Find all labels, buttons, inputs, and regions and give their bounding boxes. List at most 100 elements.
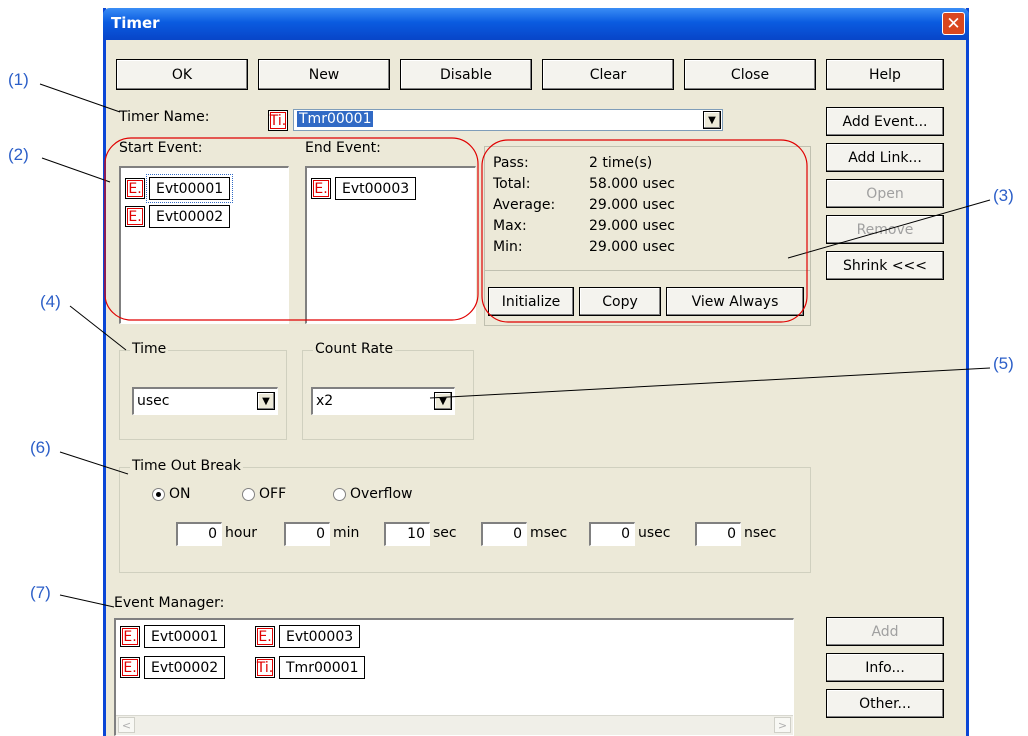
time-unit-select[interactable]: usec ▼ <box>132 387 278 415</box>
event-icon: E. <box>125 178 145 199</box>
count-rate-group: Count Rate x2 ▼ <box>302 341 474 440</box>
radio-overflow[interactable]: Overflow <box>333 486 413 502</box>
event-icon: E. <box>120 626 140 647</box>
event-name: Evt00003 <box>335 177 417 200</box>
callout-4: (4) <box>40 292 61 311</box>
radio-on[interactable]: ON <box>152 486 191 502</box>
event-name: Tmr00001 <box>279 656 366 679</box>
copy-button[interactable]: Copy <box>579 287 661 316</box>
msec-field[interactable]: 0 <box>481 522 527 546</box>
other-button[interactable]: Other... <box>826 689 944 718</box>
pass-value: 2 time(s) <box>589 155 653 171</box>
title-bar: Timer ✕ <box>103 8 969 40</box>
pass-label: Pass: <box>493 155 529 171</box>
max-value: 29.000 usec <box>589 218 675 234</box>
count-rate-title: Count Rate <box>313 341 396 357</box>
callout-3: (3) <box>993 186 1014 205</box>
start-event-list[interactable]: E. Evt00001 E. Evt00002 <box>119 166 289 324</box>
time-unit-value: usec <box>137 393 170 409</box>
list-item[interactable]: E. Evt00001 <box>125 174 234 203</box>
event-name: Evt00003 <box>279 625 361 648</box>
initialize-button[interactable]: Initialize <box>488 287 574 316</box>
time-group: Time usec ▼ <box>119 341 287 440</box>
callout-6: (6) <box>30 438 51 457</box>
timer-name-label: Timer Name: <box>119 109 210 125</box>
total-value: 58.000 usec <box>589 176 675 192</box>
scroll-left-icon[interactable]: < <box>118 717 135 733</box>
info-button[interactable]: Info... <box>826 653 944 682</box>
horizontal-scrollbar[interactable]: < > <box>116 715 793 735</box>
nsec-field[interactable]: 0 <box>695 522 741 546</box>
timer-dialog: Timer ✕ OK New Disable Clear Close Help … <box>103 8 969 736</box>
add-button[interactable]: Add <box>826 617 944 646</box>
new-button[interactable]: New <box>258 59 390 90</box>
list-item[interactable]: E. Evt00003 <box>255 625 361 648</box>
event-name: Evt00002 <box>144 656 226 679</box>
sec-unit: sec <box>433 525 457 541</box>
event-manager-list[interactable]: E. Evt00001 E. Evt00003 E. Evt00002 Ti. … <box>114 618 794 736</box>
sec-field[interactable]: 10 <box>384 522 430 546</box>
radio-on-icon <box>152 487 165 501</box>
event-icon: E. <box>120 657 140 678</box>
disable-button[interactable]: Disable <box>400 59 532 90</box>
add-event-button[interactable]: Add Event... <box>826 107 944 136</box>
event-name: Evt00001 <box>144 625 226 648</box>
min-label: Min: <box>493 239 523 255</box>
ok-button[interactable]: OK <box>116 59 248 90</box>
average-value: 29.000 usec <box>589 197 675 213</box>
min-field[interactable]: 0 <box>284 522 330 546</box>
callout-2: (2) <box>8 145 29 164</box>
end-event-label: End Event: <box>305 140 381 156</box>
close-window-button[interactable]: ✕ <box>942 12 965 35</box>
timer-badge-icon: Ti. <box>268 110 288 131</box>
msec-unit: msec <box>530 525 568 541</box>
hour-unit: hour <box>225 525 258 541</box>
min-unit: min <box>333 525 360 541</box>
help-button[interactable]: Help <box>826 59 944 90</box>
stats-divider <box>485 270 810 271</box>
average-label: Average: <box>493 197 556 213</box>
clear-button[interactable]: Clear <box>542 59 674 90</box>
event-icon: E. <box>125 206 145 227</box>
close-icon: ✕ <box>946 13 961 34</box>
timer-name-dropdown-icon[interactable]: ▼ <box>703 111 721 129</box>
callout-1: (1) <box>8 70 29 89</box>
timeout-break-title: Time Out Break <box>130 458 243 474</box>
list-item[interactable]: E. Evt00002 <box>120 656 226 679</box>
stats-panel: Pass: 2 time(s) Total: 58.000 usec Avera… <box>484 146 811 326</box>
list-item[interactable]: Ti. Tmr00001 <box>255 656 366 679</box>
timer-name-value: Tmr00001 <box>297 111 374 127</box>
list-item[interactable]: E. Evt00002 <box>125 205 231 228</box>
radio-overflow-label: Overflow <box>350 486 413 502</box>
open-button[interactable]: Open <box>826 179 944 208</box>
add-link-button[interactable]: Add Link... <box>826 143 944 172</box>
usec-field[interactable]: 0 <box>589 522 635 546</box>
time-group-title: Time <box>130 341 169 357</box>
timer-name-combobox[interactable]: Tmr00001 ▼ <box>293 109 723 131</box>
timer-icon: Ti. <box>255 657 275 678</box>
scroll-right-icon[interactable]: > <box>774 717 791 733</box>
total-label: Total: <box>493 176 531 192</box>
event-name: Evt00002 <box>149 205 231 228</box>
radio-off-icon <box>242 487 255 501</box>
hour-field[interactable]: 0 <box>176 522 222 546</box>
time-unit-dropdown-icon[interactable]: ▼ <box>257 392 275 410</box>
view-always-button[interactable]: View Always <box>666 287 804 316</box>
radio-overflow-icon <box>333 487 346 501</box>
event-manager-label: Event Manager: <box>114 595 225 611</box>
start-event-label: Start Event: <box>119 140 203 156</box>
shrink-button[interactable]: Shrink <<< <box>826 251 944 280</box>
count-rate-value: x2 <box>316 393 334 409</box>
end-event-list[interactable]: E. Evt00003 <box>305 166 476 324</box>
count-rate-dropdown-icon[interactable]: ▼ <box>434 392 452 410</box>
usec-unit: usec <box>638 525 671 541</box>
remove-button[interactable]: Remove <box>826 215 944 244</box>
radio-off[interactable]: OFF <box>242 486 286 502</box>
event-icon: E. <box>255 626 275 647</box>
max-label: Max: <box>493 218 527 234</box>
count-rate-select[interactable]: x2 ▼ <box>311 387 455 415</box>
list-item[interactable]: E. Evt00001 <box>120 625 226 648</box>
close-button[interactable]: Close <box>684 59 816 90</box>
min-value: 29.000 usec <box>589 239 675 255</box>
list-item[interactable]: E. Evt00003 <box>311 177 417 200</box>
